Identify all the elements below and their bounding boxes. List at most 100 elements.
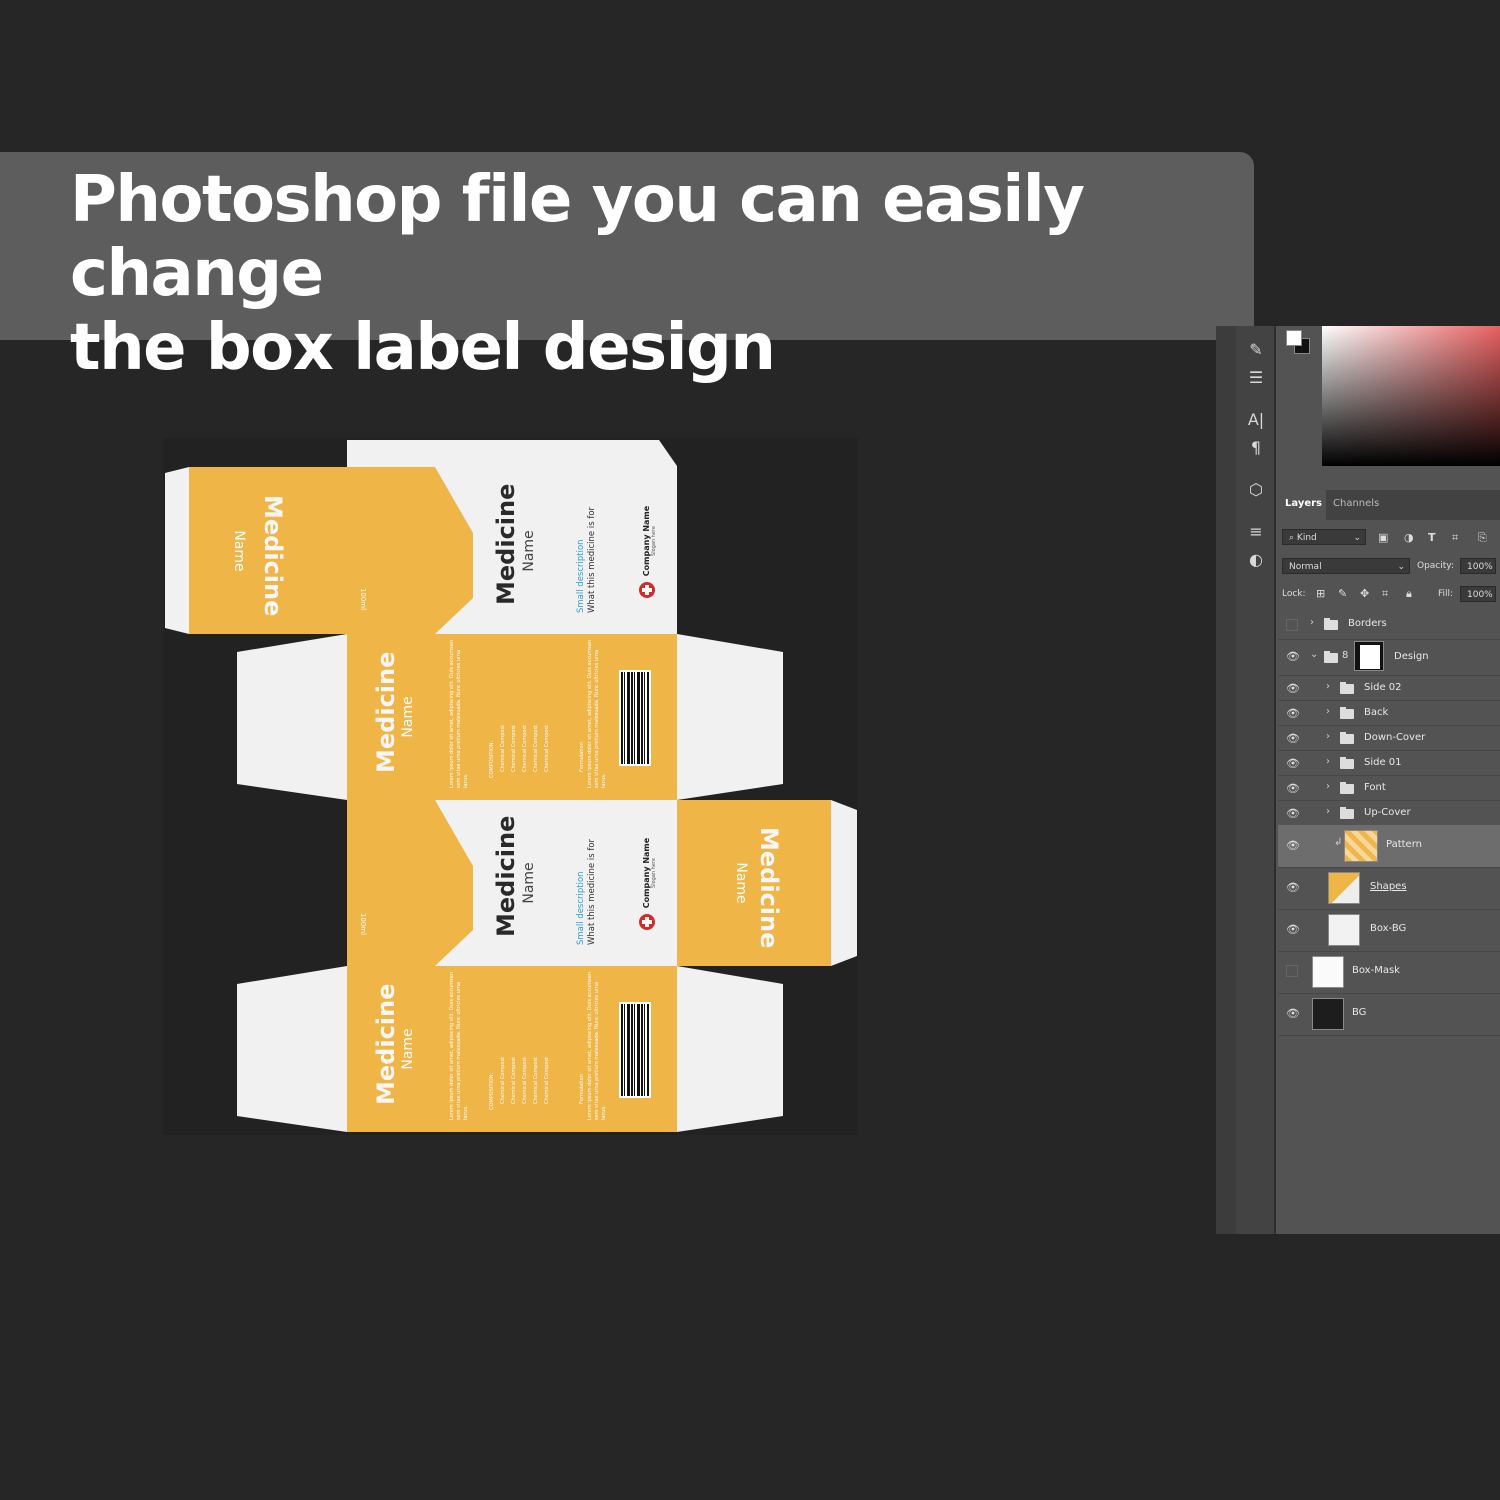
paragraph-icon[interactable]: ¶ <box>1246 438 1266 457</box>
3d-icon[interactable]: ⬡ <box>1246 480 1266 499</box>
panel-dock-edge <box>1216 326 1236 1234</box>
adjustments-icon[interactable]: ≡ <box>1246 522 1266 541</box>
chevron-down-icon: ⌄ <box>1353 533 1361 543</box>
layer-thumbnail[interactable] <box>1312 998 1344 1030</box>
small-description: Small description <box>576 539 586 613</box>
chevron-right-icon[interactable]: › <box>1326 806 1330 817</box>
folder-icon <box>1324 618 1338 630</box>
properties-icon[interactable]: ☰ <box>1246 368 1266 387</box>
eye-icon[interactable]: 👁︎ <box>1286 732 1300 745</box>
eye-icon[interactable]: 👁︎ <box>1286 757 1300 770</box>
folder-icon <box>1340 707 1354 719</box>
chevron-right-icon[interactable]: › <box>1310 617 1314 628</box>
folder-icon <box>1340 782 1354 794</box>
layer-row-side-02[interactable]: 👁︎ › Side 02 <box>1278 675 1500 701</box>
eye-icon[interactable]: 👁︎ <box>1286 807 1300 820</box>
layer-row-shapes[interactable]: 👁︎ Shapes <box>1278 867 1500 910</box>
layer-row-box-bg[interactable]: 👁︎ Box-BG <box>1278 909 1500 952</box>
layer-name: Shapes <box>1370 881 1407 892</box>
layer-row-back[interactable]: 👁︎ › Back <box>1278 700 1500 726</box>
layer-name: Side 01 <box>1364 757 1402 768</box>
filter-shape-icon[interactable]: ⌗ <box>1452 531 1458 545</box>
color-picker-field[interactable] <box>1322 326 1500 466</box>
chevron-right-icon[interactable]: › <box>1326 681 1330 692</box>
layer-row-font[interactable]: 👁︎ › Font <box>1278 775 1500 801</box>
filter-adjustment-icon[interactable]: ◑ <box>1404 531 1414 544</box>
barcode-back <box>619 1002 651 1098</box>
chevron-down-icon: ⌄ <box>1397 562 1405 572</box>
layer-row-pattern[interactable]: 👁︎ ↲ Pattern <box>1278 825 1500 868</box>
filter-smart-object-icon[interactable]: ⎘ <box>1478 531 1487 545</box>
front-body-text-2: Lorem ipsum dolor sit amet, adipiscing e… <box>587 640 607 788</box>
foreground-color-swatch[interactable] <box>1286 330 1302 346</box>
document-canvas[interactable]: Medicine Name 100ml Medicine Name Small … <box>163 438 858 1135</box>
layer-mask-thumbnail[interactable] <box>1354 641 1384 671</box>
filter-pixel-icon[interactable]: ▣ <box>1378 531 1388 544</box>
layer-name: Borders <box>1348 618 1387 629</box>
chevron-right-icon[interactable]: › <box>1326 706 1330 717</box>
tab-layers[interactable]: Layers <box>1285 498 1322 509</box>
layer-row-bg[interactable]: 👁︎ BG <box>1278 993 1500 1036</box>
middle-panel-subtitle: Name <box>521 862 537 904</box>
side-panel-title: Medicine <box>755 827 783 949</box>
description: What this medicine is for <box>587 506 597 613</box>
chevron-right-icon[interactable]: › <box>1326 756 1330 767</box>
eye-icon[interactable]: 👁︎ <box>1286 1007 1300 1020</box>
opacity-input[interactable]: 100% <box>1460 558 1496 574</box>
layer-row-up-cover[interactable]: 👁︎ › Up-Cover <box>1278 800 1500 826</box>
layer-thumbnail[interactable] <box>1328 872 1360 904</box>
lock-pixels-icon[interactable]: ✎ <box>1338 587 1347 600</box>
folder-icon <box>1340 807 1354 819</box>
middle-cover-logo: 100ml <box>359 912 367 936</box>
back-compound-1: Chemical Compost <box>500 1056 506 1104</box>
fill-input[interactable]: 100% <box>1460 586 1496 602</box>
layer-row-design[interactable]: 👁︎ ⌄ 8 Design <box>1278 639 1500 676</box>
brush-settings-icon[interactable]: ✎ <box>1246 340 1266 359</box>
back-formulation: Formulation <box>579 1074 585 1104</box>
character-icon[interactable]: A| <box>1246 410 1266 429</box>
description-2: What this medicine is for <box>587 838 597 945</box>
eye-icon[interactable]: 👁︎ <box>1286 881 1300 894</box>
eye-icon[interactable]: 👁︎ <box>1286 782 1300 795</box>
middle-panel-title: Medicine <box>492 815 520 937</box>
front-compound-3: Chemical Compost <box>522 724 528 772</box>
middle-panel-description: Small description What this medicine is … <box>576 825 598 945</box>
layer-row-down-cover[interactable]: 👁︎ › Down-Cover <box>1278 725 1500 751</box>
eye-icon[interactable]: 👁︎ <box>1286 650 1300 663</box>
lock-position-icon[interactable]: ✥ <box>1360 587 1369 600</box>
lock-all-icon[interactable]: 🔒︎ <box>1406 587 1412 601</box>
left-wing-1 <box>237 634 347 800</box>
chevron-down-icon[interactable]: ⌄ <box>1310 649 1318 660</box>
side-panel-subtitle: Name <box>733 862 749 904</box>
back-composition-label: COMPOSITION: <box>489 1072 495 1110</box>
eye-icon[interactable]: 👁︎ <box>1286 923 1300 936</box>
eye-icon[interactable]: 👁︎ <box>1286 707 1300 720</box>
layer-row-borders[interactable]: › Borders <box>1278 609 1500 640</box>
left-wing-2 <box>237 966 347 1132</box>
layer-thumbnail[interactable] <box>1312 956 1344 988</box>
fill-label: Fill: <box>1438 589 1454 599</box>
top-cover-logo: 100ml <box>359 587 367 611</box>
eye-icon[interactable]: 👁︎ <box>1286 839 1300 852</box>
filter-type-icon[interactable]: T <box>1428 531 1436 544</box>
layer-row-side-01[interactable]: 👁︎ › Side 01 <box>1278 750 1500 776</box>
chevron-right-icon[interactable]: › <box>1326 731 1330 742</box>
visibility-toggle-off[interactable] <box>1286 965 1298 977</box>
visibility-toggle-off[interactable] <box>1286 619 1298 631</box>
styles-icon[interactable]: ◐ <box>1246 550 1266 569</box>
chevron-right-icon[interactable]: › <box>1326 781 1330 792</box>
lock-transparent-icon[interactable]: ⊞ <box>1316 587 1325 600</box>
eye-icon[interactable]: 👁︎ <box>1286 682 1300 695</box>
lock-artboard-icon[interactable]: ⌗ <box>1382 587 1388 601</box>
layer-row-box-mask[interactable]: Box-Mask <box>1278 951 1500 994</box>
layer-filter-kind[interactable]: ⌕ Kind ⌄ <box>1282 529 1366 545</box>
front-compound-1: Chemical Compost <box>500 724 506 772</box>
blend-mode-select[interactable]: Normal ⌄ <box>1282 558 1410 574</box>
top-panel-title: Medicine <box>492 483 520 605</box>
front-compound-5: Chemical Compost <box>544 724 550 772</box>
tab-channels[interactable]: Channels <box>1333 498 1379 509</box>
layer-thumbnail[interactable] <box>1328 914 1360 946</box>
layer-thumbnail[interactable] <box>1344 830 1378 862</box>
layer-name: Design <box>1394 651 1429 662</box>
back-compound-2: Chemical Compost <box>511 1056 517 1104</box>
